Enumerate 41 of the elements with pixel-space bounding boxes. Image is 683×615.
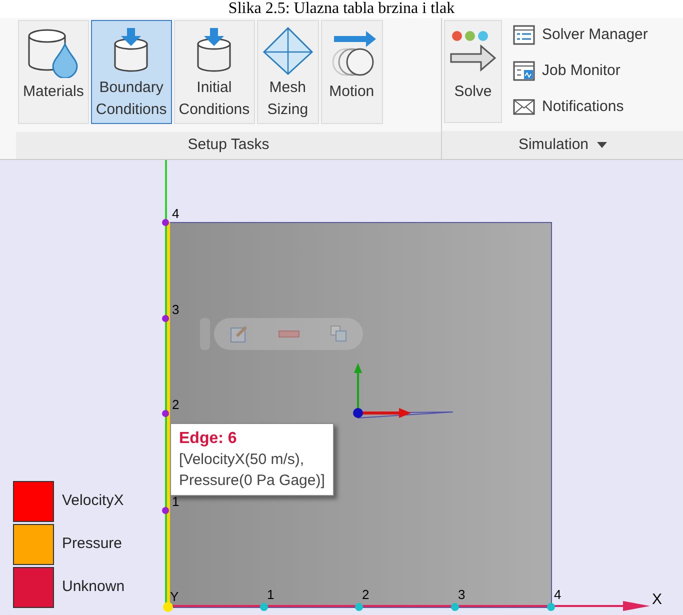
tooltip-text: Pressure(0 Pa Gage)]: [179, 471, 325, 491]
ribbon-button[interactable]: Mesh Sizing: [256, 20, 319, 124]
tick-label: 2: [172, 398, 180, 412]
tick-label: 1: [172, 495, 180, 509]
ribbon-item[interactable]: Job Monitor: [512, 56, 648, 86]
button-label: Motion: [329, 82, 374, 102]
tick-label: 3: [458, 588, 466, 602]
legend-label: Pressure: [62, 534, 122, 554]
tooltip-title: Edge: 6: [179, 429, 238, 449]
edit-icon: [228, 324, 248, 344]
ribbon-button[interactable]: Materials: [18, 20, 89, 124]
ribbon-button[interactable]: Motion: [320, 20, 383, 124]
tick-label: 4: [172, 207, 180, 221]
button-label: Initial Conditions: [178, 78, 250, 120]
button-label: Materials: [23, 82, 84, 102]
pyramid-icon: [262, 26, 314, 76]
shapes-icon: [328, 324, 348, 344]
button-label: Solve: [454, 82, 492, 102]
caret-icon: [596, 142, 607, 148]
tick-label: 2: [362, 588, 370, 602]
group-label: Simulation: [518, 134, 589, 155]
legend-label: Unknown: [62, 577, 125, 598]
button-label: Boundary Conditions: [96, 78, 167, 120]
ribbon-item[interactable]: Solver Manager: [512, 20, 648, 50]
tick-label: 4: [554, 588, 562, 602]
ribbon-item[interactable]: Notifications: [512, 92, 648, 122]
monitor-window-icon: [512, 60, 536, 82]
tick-label: 1: [267, 588, 274, 602]
axis-label: X: [652, 592, 662, 608]
figure-caption: Slika 2.5: Ulazna tabla brzina i tlak: [227, 0, 456, 18]
minus-icon: [278, 330, 300, 338]
group-label: Setup Tasks: [188, 135, 270, 156]
tick-label: 3: [172, 303, 180, 317]
axis-label: Y: [170, 590, 179, 604]
tooltip-text: [VelocityX(50 m/s),: [179, 450, 306, 470]
list-window-icon: [512, 24, 536, 46]
ribbon-button[interactable]: Solve: [444, 20, 502, 124]
ribbon-button[interactable]: Initial Conditions: [174, 20, 255, 124]
button-label: Mesh Sizing: [267, 78, 308, 120]
legend-label: VelocityX: [62, 491, 124, 512]
ribbon-button[interactable]: Boundary Conditions: [90, 20, 172, 124]
